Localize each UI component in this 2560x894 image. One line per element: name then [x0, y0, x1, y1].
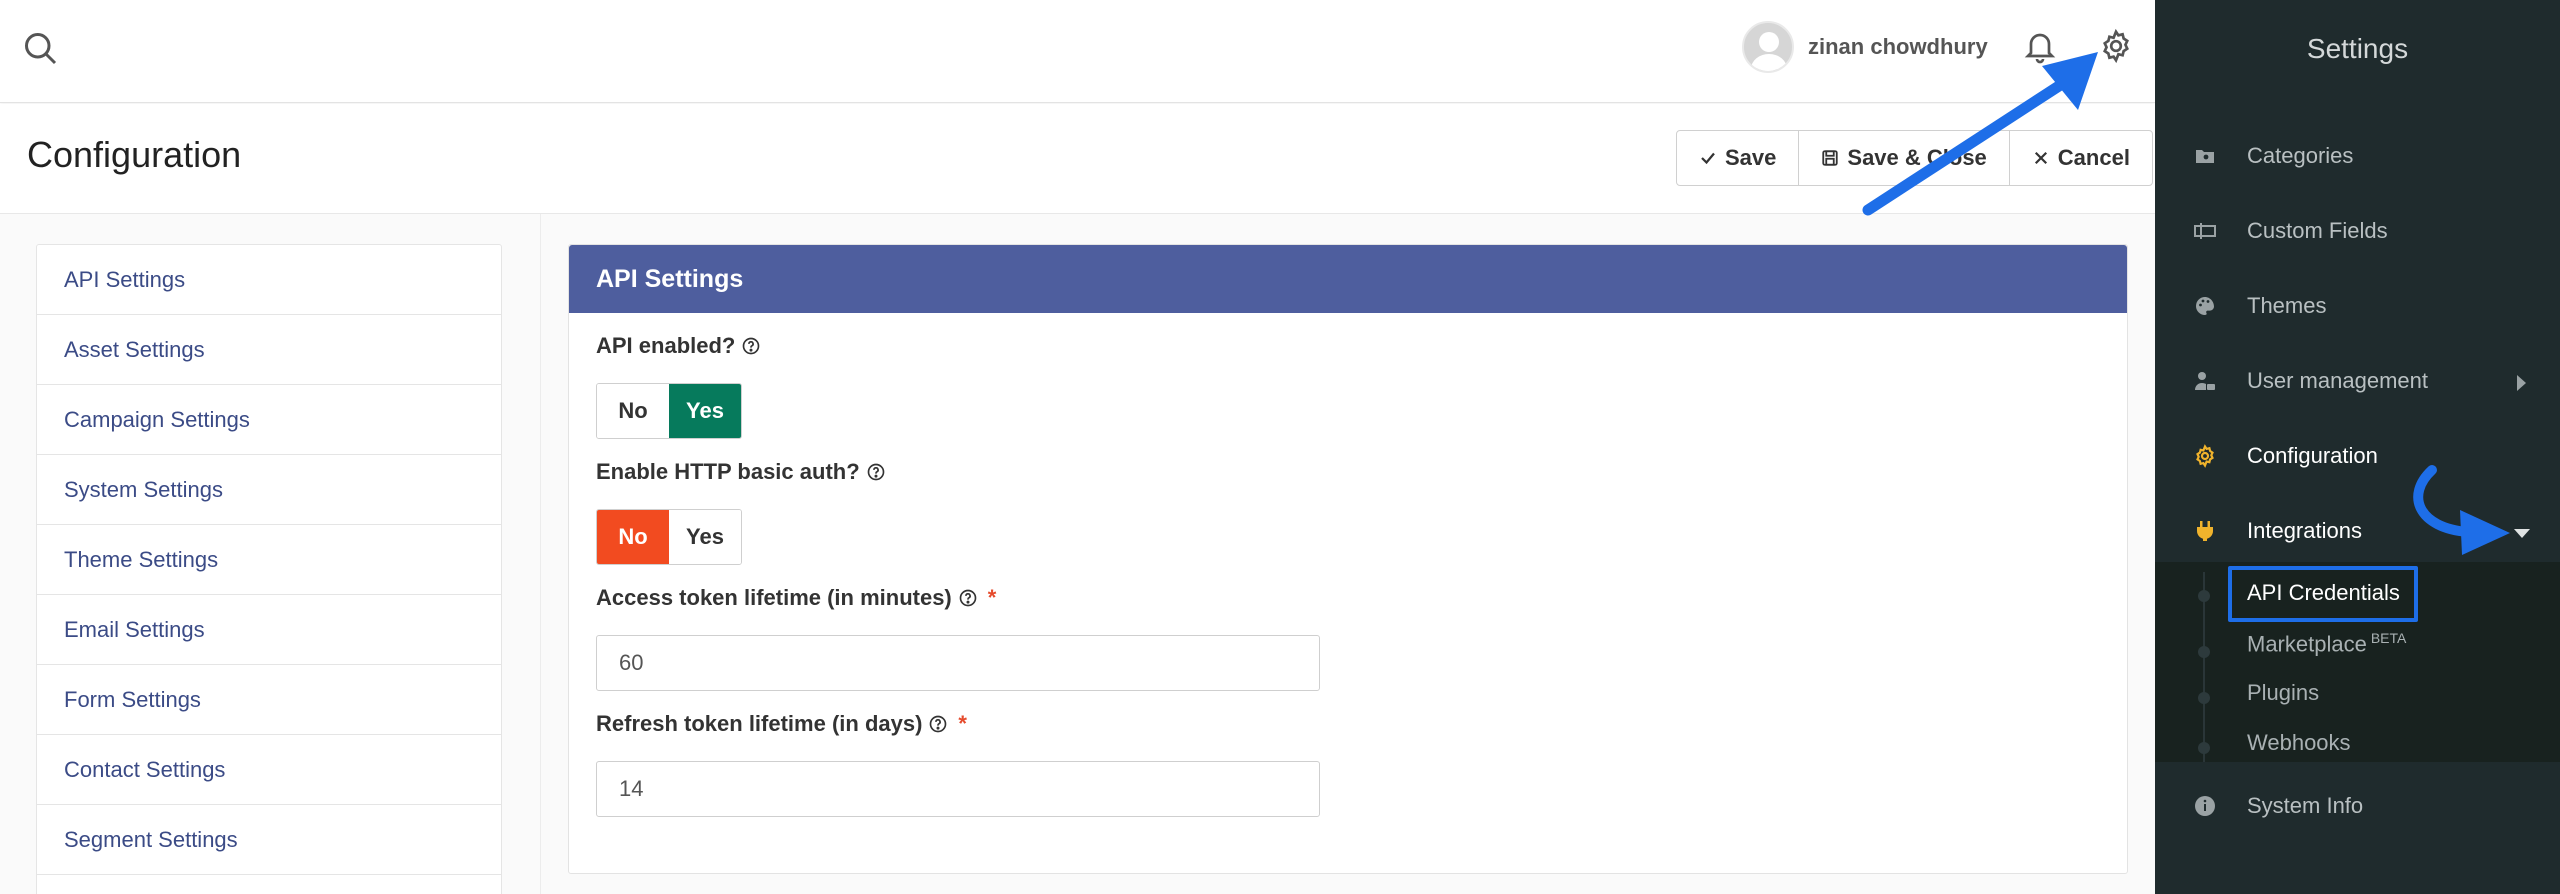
sidebar-item-label: Custom Fields — [2247, 218, 2388, 243]
sidebar-item-categories[interactable]: Categories — [2155, 128, 2560, 184]
access-token-input[interactable]: 60 — [596, 635, 1320, 691]
access-token-label-text: Access token lifetime (in minutes) — [596, 585, 952, 610]
submenu-item-plugins[interactable]: Plugins — [2247, 680, 2319, 706]
submenu-item-label: Marketplace — [2247, 631, 2367, 657]
http-auth-label: Enable HTTP basic auth? — [596, 459, 886, 485]
required-marker: * — [987, 585, 997, 610]
sidebar-item-themes[interactable]: Themes — [2155, 278, 2560, 334]
sidebar-item-system-info[interactable]: System Info — [2155, 778, 2560, 834]
submenu-dot — [2198, 742, 2210, 754]
plug-icon — [2197, 521, 2213, 541]
palette-icon — [2195, 297, 2214, 315]
api-enabled-no-option[interactable]: No — [597, 384, 669, 438]
http-auth-toggle: No Yes — [596, 509, 742, 565]
http-auth-yes-option[interactable]: Yes — [669, 510, 741, 564]
avatar — [1742, 21, 1794, 73]
submenu-item-webhooks[interactable]: Webhooks — [2247, 730, 2351, 756]
close-icon — [2034, 151, 2047, 165]
user-name: zinan chowdhury — [1808, 34, 1988, 59]
submenu-item-marketplace[interactable]: Marketplace BETA — [2247, 630, 2406, 657]
panel-title: API Settings — [569, 245, 2127, 313]
sidebar-item-label: Configuration — [2247, 443, 2378, 468]
settings-subnav: API Settings Asset Settings Campaign Set… — [36, 244, 502, 894]
cancel-button[interactable]: Cancel — [2010, 131, 2152, 185]
search-icon[interactable] — [22, 30, 58, 66]
page-title: Configuration — [27, 134, 242, 175]
subnav-item-segment-settings[interactable]: Segment Settings — [37, 805, 501, 875]
subnav-item-email-settings[interactable]: Email Settings — [37, 595, 501, 665]
submenu-dot — [2198, 692, 2210, 704]
subnav-item-form-settings[interactable]: Form Settings — [37, 665, 501, 735]
api-enabled-label-text: API enabled? — [596, 333, 736, 358]
sidebar-item-integrations[interactable]: Integrations — [2155, 503, 2560, 559]
bell-icon[interactable] — [2022, 28, 2058, 66]
sidebar-title: Settings — [2306, 32, 2409, 64]
subnav-item-campaign-settings[interactable]: Campaign Settings — [37, 385, 501, 455]
sidebar-item-label: User management — [2247, 368, 2428, 393]
submenu-dot — [2198, 646, 2210, 658]
sidebar-item-label: System Info — [2247, 793, 2364, 818]
user-menu[interactable]: zinan chowdhury — [1742, 20, 1988, 74]
save-close-button[interactable]: Save & Close — [1799, 131, 2010, 185]
refresh-token-input[interactable]: 14 — [596, 761, 1320, 817]
chevron-down-icon[interactable] — [2514, 529, 2530, 538]
question-circle-icon[interactable] — [866, 462, 886, 482]
user-lock-icon — [2195, 372, 2215, 390]
info-icon — [2195, 796, 2215, 816]
sidebar-item-label: Categories — [2247, 143, 2354, 168]
refresh-token-label: Refresh token lifetime (in days) * — [596, 711, 967, 737]
save-button-label: Save — [1725, 145, 1777, 170]
question-circle-icon[interactable] — [958, 588, 978, 608]
subnav-item-system-settings[interactable]: System Settings — [37, 455, 501, 525]
content-area: API Settings Asset Settings Campaign Set… — [0, 214, 2155, 894]
beta-badge: BETA — [2370, 630, 2407, 646]
required-marker: * — [958, 711, 967, 736]
http-auth-label-text: Enable HTTP basic auth? — [596, 459, 860, 484]
subnav-item-theme-settings[interactable]: Theme Settings — [37, 525, 501, 595]
chevron-right-icon[interactable] — [2517, 375, 2526, 391]
gear-icon — [2196, 444, 2214, 468]
sidebar-item-user-management[interactable]: User management — [2155, 353, 2560, 409]
access-token-label: Access token lifetime (in minutes) * — [596, 585, 996, 611]
refresh-token-label-text: Refresh token lifetime (in days) — [596, 711, 923, 736]
api-enabled-label: API enabled? — [596, 333, 761, 359]
http-auth-no-option[interactable]: No — [597, 510, 669, 564]
sidebar-item-custom-fields[interactable]: Custom Fields — [2155, 203, 2560, 259]
column-divider — [540, 214, 541, 894]
api-enabled-toggle: No Yes — [596, 383, 742, 439]
folder-icon — [2196, 150, 2214, 163]
sidebar-item-label: Integrations — [2247, 518, 2362, 543]
save-button[interactable]: Save — [1677, 131, 1800, 185]
api-enabled-yes-option[interactable]: Yes — [669, 384, 741, 438]
cancel-button-label: Cancel — [2057, 145, 2130, 170]
text-field-icon — [2194, 223, 2216, 239]
settings-sidebar: Settings Categories Custom Fields Themes… — [2155, 0, 2560, 894]
floppy-disk-icon — [1822, 150, 1839, 166]
subnav-item-api-settings[interactable]: API Settings — [37, 245, 501, 315]
gear-icon[interactable] — [2098, 28, 2134, 64]
action-button-group: Save Save & Close Cancel — [1676, 130, 2153, 186]
page-header: Configuration Save Save & Close Cancel — [0, 104, 2155, 214]
subnav-item-contact-settings[interactable]: Contact Settings — [37, 735, 501, 805]
sidebar-item-configuration[interactable]: Configuration — [2155, 428, 2560, 484]
sidebar-item-label: Themes — [2247, 293, 2327, 318]
save-close-button-label: Save & Close — [1847, 145, 1987, 170]
submenu-dot — [2198, 590, 2210, 602]
subnav-item-asset-settings[interactable]: Asset Settings — [37, 315, 501, 385]
question-circle-icon[interactable] — [928, 714, 948, 734]
api-settings-panel: API Settings API enabled? No Yes Enable … — [568, 244, 2128, 874]
annotation-highlight-box — [2228, 566, 2418, 622]
question-circle-icon[interactable] — [741, 336, 761, 356]
check-icon — [1701, 152, 1715, 165]
top-bar: zinan chowdhury — [0, 0, 2155, 103]
